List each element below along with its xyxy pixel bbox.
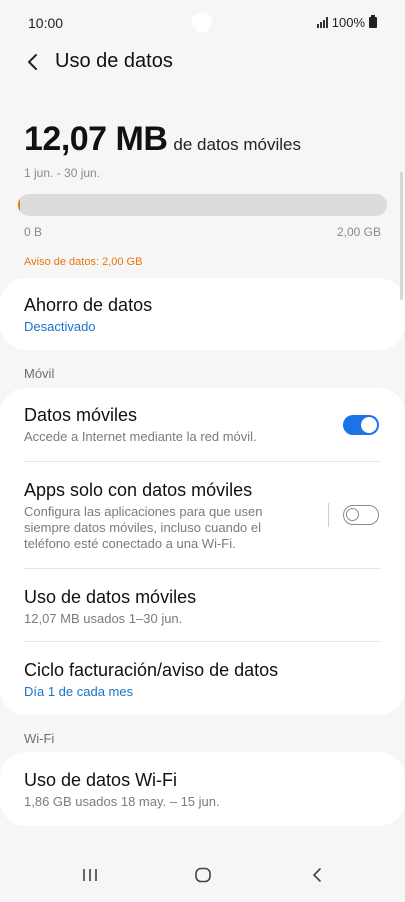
- usage-progress-fill: [18, 194, 21, 216]
- mobile-only-apps-toggle[interactable]: [343, 505, 379, 525]
- mobile-usage-subtitle: 12,07 MB usados 1–30 jun.: [24, 611, 183, 626]
- data-saver-title: Ahorro de datos: [24, 295, 153, 315]
- billing-cycle-subtitle: Día 1 de cada mes: [24, 684, 134, 699]
- mobile-card: Datos móviles Accede a Internet mediante…: [0, 388, 405, 715]
- bar-max-label: 2,00 GB: [336, 225, 381, 239]
- wifi-usage-subtitle: 1,86 GB usados 18 may. – 15 jun.: [24, 794, 220, 809]
- wifi-usage-row[interactable]: Uso de datos Wi-Fi 1,86 GB usados 18 may…: [0, 752, 405, 826]
- back-icon: [313, 868, 321, 882]
- data-saver-status: Desactivado: [24, 319, 96, 334]
- usage-amount: 12,07 MB: [24, 120, 168, 158]
- home-button[interactable]: [183, 858, 223, 892]
- bar-min-label: 0 B: [24, 225, 43, 239]
- wifi-usage-title: Uso de datos Wi-Fi: [24, 770, 178, 790]
- mobile-only-apps-title: Apps solo con datos móviles: [24, 480, 253, 500]
- wifi-card: Uso de datos Wi-Fi 1,86 GB usados 18 may…: [0, 752, 405, 826]
- billing-cycle-title: Ciclo facturación/aviso de datos: [24, 660, 279, 680]
- mobile-data-toggle[interactable]: [343, 415, 379, 435]
- nav-back-button[interactable]: [297, 858, 337, 892]
- usage-unit-text: de datos móviles: [173, 135, 301, 154]
- mobile-usage-row[interactable]: Uso de datos móviles 12,07 MB usados 1–3…: [0, 569, 405, 642]
- usage-period: 1 jun. - 30 jun.: [24, 166, 101, 180]
- navigation-bar: [0, 846, 405, 902]
- home-icon: [195, 867, 211, 883]
- section-label-mobile: Móvil: [24, 366, 55, 381]
- section-label-wifi: Wi-Fi: [24, 731, 55, 746]
- status-bar: 10:00 100%: [0, 0, 405, 44]
- status-time: 10:00: [28, 15, 64, 31]
- mobile-data-row[interactable]: Datos móviles Accede a Internet mediante…: [0, 388, 405, 462]
- scrollbar[interactable]: [400, 172, 403, 300]
- battery-percent: 100%: [331, 15, 365, 30]
- usage-progress-bar: [18, 194, 387, 216]
- mobile-only-apps-subtitle: Configura las aplicaciones para que usen…: [24, 504, 263, 551]
- data-warning-label: Aviso de datos: 2,00 GB: [24, 256, 143, 268]
- usage-summary: 12,07 MB de datos móviles: [24, 120, 301, 159]
- app-header: Uso de datos: [0, 44, 405, 80]
- battery-icon: [369, 15, 377, 28]
- recent-apps-icon: [83, 869, 97, 881]
- mobile-usage-title: Uso de datos móviles: [24, 587, 197, 607]
- mobile-data-subtitle: Accede a Internet mediante la red móvil.: [24, 429, 257, 444]
- billing-cycle-row[interactable]: Ciclo facturación/aviso de datos Día 1 d…: [0, 642, 405, 715]
- data-saver-row[interactable]: Ahorro de datos Desactivado: [0, 278, 405, 350]
- data-saver-card: Ahorro de datos Desactivado: [0, 278, 405, 350]
- camera-cutout: [192, 12, 212, 32]
- recent-apps-button[interactable]: [70, 858, 110, 892]
- vertical-separator: [328, 503, 329, 527]
- status-indicators: 100%: [316, 15, 377, 30]
- signal-icon: [316, 17, 328, 28]
- chevron-left-icon[interactable]: [24, 52, 42, 72]
- page-title: Uso de datos: [55, 50, 173, 72]
- mobile-only-apps-row[interactable]: Apps solo con datos móviles Configura la…: [0, 462, 405, 569]
- mobile-data-title: Datos móviles: [24, 405, 138, 425]
